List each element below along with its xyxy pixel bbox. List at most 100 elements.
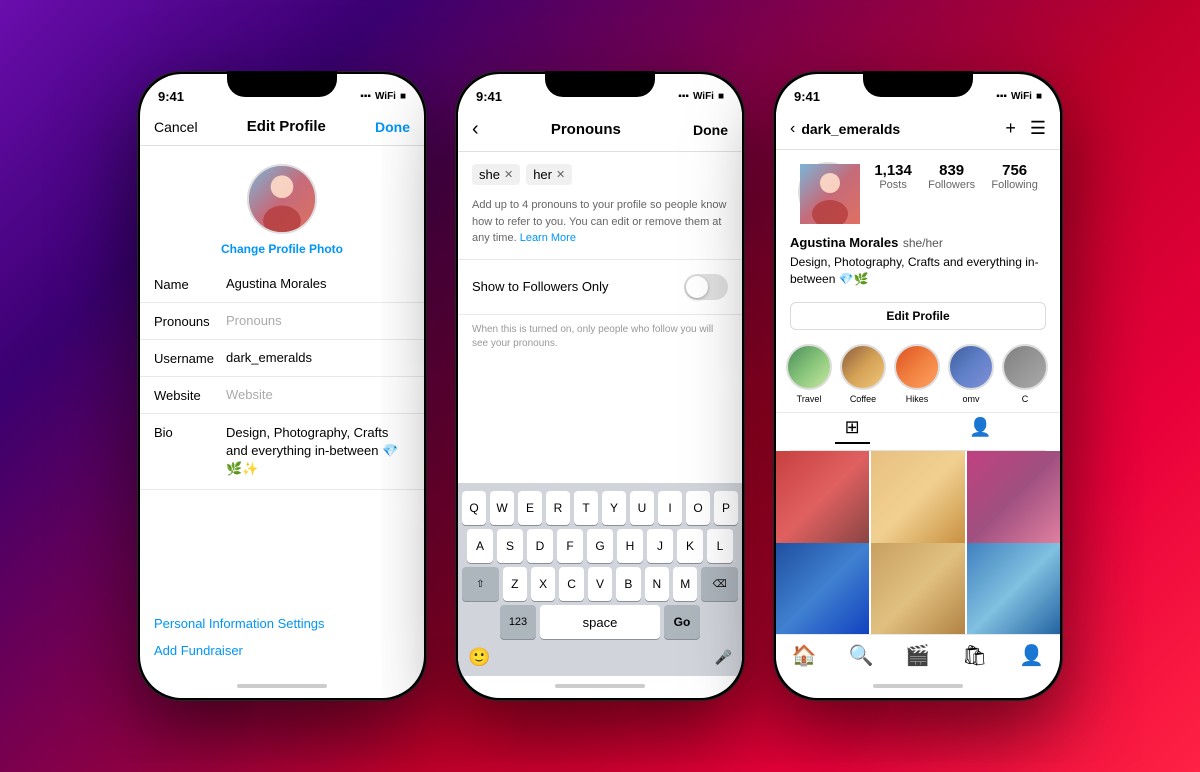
pronouns-done-button[interactable]: Done <box>693 122 728 138</box>
grid-cell-3[interactable] <box>967 451 1060 544</box>
add-icon[interactable]: + <box>1005 118 1016 139</box>
edit-profile-button[interactable]: Edit Profile <box>790 302 1046 330</box>
profile-nav-icons: + ☰ <box>1005 118 1046 139</box>
key-space[interactable]: space <box>540 605 660 639</box>
followers-only-toggle[interactable] <box>684 274 728 300</box>
toggle-hint: When this is turned on, only people who … <box>458 315 742 359</box>
key-g[interactable]: G <box>587 529 613 563</box>
tab-shop[interactable]: 🛍 <box>962 643 987 668</box>
emoji-key[interactable]: 🙂 <box>468 647 490 668</box>
home-bar <box>776 676 1060 698</box>
key-d[interactable]: D <box>527 529 553 563</box>
highlight-omv[interactable]: omv <box>948 344 994 404</box>
key-k[interactable]: K <box>677 529 703 563</box>
pronoun-her-remove[interactable]: ✕ <box>556 168 565 181</box>
key-w[interactable]: W <box>490 491 514 525</box>
menu-icon[interactable]: ☰ <box>1030 118 1046 139</box>
keyboard-row-4: 123 space Go <box>462 605 738 639</box>
learn-more-link[interactable]: Learn More <box>520 232 576 244</box>
grid-cell-5[interactable] <box>871 543 964 634</box>
signal-icon: ▪▪▪ <box>996 91 1007 102</box>
following-label: Following <box>991 179 1037 191</box>
mic-key[interactable]: 🎤 <box>715 649 732 666</box>
key-p[interactable]: P <box>714 491 738 525</box>
change-profile-photo-link[interactable]: Change Profile Photo <box>221 242 343 256</box>
bio-name: Agustina Morales <box>790 235 898 250</box>
grid-cell-1[interactable] <box>776 451 869 544</box>
back-button[interactable]: ‹ <box>472 118 479 141</box>
tab-home[interactable]: 🏠 <box>792 643 817 668</box>
profile-username-nav: ‹ dark_emeralds <box>790 120 900 138</box>
highlight-hikes[interactable]: Hikes <box>894 344 940 404</box>
back-arrow[interactable]: ‹ <box>790 120 795 138</box>
pronoun-tag-she[interactable]: she ✕ <box>472 164 520 185</box>
key-q[interactable]: Q <box>462 491 486 525</box>
highlight-coffee-circle <box>840 344 886 390</box>
notch <box>545 71 655 97</box>
key-j[interactable]: J <box>647 529 673 563</box>
key-v[interactable]: V <box>588 567 612 601</box>
personal-info-settings-link[interactable]: Personal Information Settings <box>154 616 410 631</box>
cancel-button[interactable]: Cancel <box>154 119 198 135</box>
bio-value[interactable]: Design, Photography, Crafts and everythi… <box>226 424 410 479</box>
highlight-travel-circle <box>786 344 832 390</box>
grid-cell-4[interactable] <box>776 543 869 634</box>
grid-tab-row: ⊞ 👤 <box>790 413 1046 451</box>
key-c[interactable]: C <box>559 567 583 601</box>
key-f[interactable]: F <box>557 529 583 563</box>
key-z[interactable]: Z <box>503 567 527 601</box>
key-a[interactable]: A <box>467 529 493 563</box>
key-o[interactable]: O <box>686 491 710 525</box>
key-h[interactable]: H <box>617 529 643 563</box>
key-l[interactable]: L <box>707 529 733 563</box>
key-b[interactable]: B <box>616 567 640 601</box>
status-icons: ▪▪▪ WiFi ■ <box>678 91 724 102</box>
username-value[interactable]: dark_emeralds <box>226 350 410 365</box>
pronouns-input[interactable]: Pronouns <box>226 313 410 328</box>
username-label: Username <box>154 350 226 366</box>
posts-count: 1,134 <box>874 162 912 179</box>
following-stat[interactable]: 756 Following <box>991 162 1037 191</box>
key-r[interactable]: R <box>546 491 570 525</box>
name-field-row: Name Agustina Morales <box>140 266 424 303</box>
followers-stat[interactable]: 839 Followers <box>928 162 975 191</box>
tab-reels[interactable]: 🎬 <box>905 643 930 668</box>
key-u[interactable]: U <box>630 491 654 525</box>
nav-username: dark_emeralds <box>801 121 900 137</box>
pronoun-she-remove[interactable]: ✕ <box>504 168 513 181</box>
tab-profile[interactable]: 👤 <box>1019 643 1044 668</box>
grid-cell-6[interactable] <box>967 543 1060 634</box>
key-n[interactable]: N <box>645 567 669 601</box>
name-value[interactable]: Agustina Morales <box>226 276 410 291</box>
avatar-background <box>249 166 315 232</box>
toggle-knob <box>686 276 708 298</box>
key-s[interactable]: S <box>497 529 523 563</box>
pronoun-tag-her[interactable]: her ✕ <box>526 164 572 185</box>
key-y[interactable]: Y <box>602 491 626 525</box>
key-shift[interactable]: ⇧ <box>462 567 499 601</box>
done-button[interactable]: Done <box>375 119 410 135</box>
add-fundraiser-link[interactable]: Add Fundraiser <box>154 643 410 658</box>
key-x[interactable]: X <box>531 567 555 601</box>
highlight-coffee[interactable]: Coffee <box>840 344 886 404</box>
key-delete[interactable]: ⌫ <box>701 567 738 601</box>
key-go[interactable]: Go <box>664 605 700 639</box>
highlight-travel[interactable]: Travel <box>786 344 832 404</box>
key-m[interactable]: M <box>673 567 697 601</box>
website-input[interactable]: Website <box>226 387 410 402</box>
highlight-extra[interactable]: C <box>1002 344 1048 404</box>
grid-tab-posts[interactable]: ⊞ <box>835 413 870 444</box>
grid-tab-tagged[interactable]: 👤 <box>959 413 1001 444</box>
keyboard-row-1: Q W E R T Y U I O P <box>462 491 738 525</box>
key-e[interactable]: E <box>518 491 542 525</box>
pronouns-navbar: ‹ Pronouns Done <box>458 112 742 152</box>
key-123[interactable]: 123 <box>500 605 536 639</box>
key-i[interactable]: I <box>658 491 682 525</box>
grid-cell-2[interactable] <box>871 451 964 544</box>
key-t[interactable]: T <box>574 491 598 525</box>
highlight-coffee-label: Coffee <box>850 394 876 404</box>
avatar[interactable] <box>247 164 317 234</box>
highlight-extra-circle <box>1002 344 1048 390</box>
tab-search[interactable]: 🔍 <box>849 643 874 668</box>
profile-avatar[interactable] <box>798 162 858 222</box>
